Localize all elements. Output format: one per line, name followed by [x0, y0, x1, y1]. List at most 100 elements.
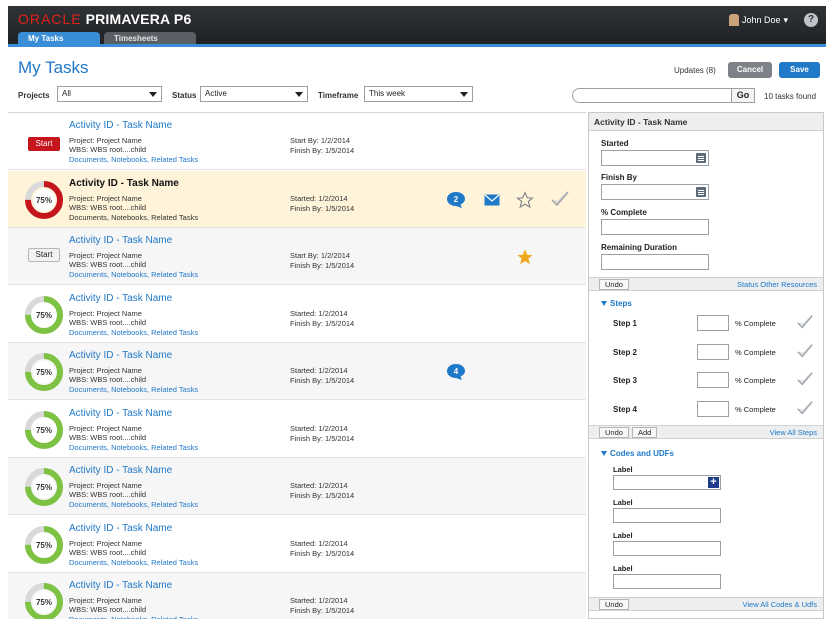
code-field[interactable]	[613, 541, 721, 556]
help-icon[interactable]: ?	[804, 13, 818, 27]
task-title-link[interactable]: Activity ID - Task Name	[69, 408, 172, 419]
task-row[interactable]: 75% Activity ID - Task Name Project: Proje…	[8, 286, 586, 343]
status-toolbar: Undo Status Other Resources	[589, 277, 823, 291]
star-filled-icon[interactable]	[516, 248, 534, 268]
start-button[interactable]: Start	[28, 248, 60, 262]
task-title-link[interactable]: Activity ID - Task Name	[69, 293, 172, 304]
task-row[interactable]: 75% Activity ID - Task Name Project: Proje…	[8, 516, 586, 573]
checkmark-icon[interactable]	[796, 313, 814, 333]
code-field[interactable]	[613, 574, 721, 589]
task-start-date: Started: 1/2/2014	[290, 539, 348, 548]
task-row[interactable]: 75% Activity ID - Task Name Project: Proje…	[8, 573, 586, 619]
step-pct-label: % Complete	[735, 404, 776, 414]
updates-link[interactable]: Updates (8)	[674, 66, 716, 75]
step-label: Step 3	[613, 376, 638, 385]
calendar-icon[interactable]	[696, 187, 706, 197]
task-start-date: Started: 1/2/2014	[290, 366, 348, 375]
task-title-link[interactable]: Activity ID - Task Name	[69, 235, 172, 246]
app-header: ORACLE PRIMAVERA P6 My Tasks Timesheets J…	[8, 6, 826, 46]
task-wbs: WBS: WBS root....child	[69, 605, 147, 614]
task-row[interactable]: 75% Activity ID - Task Name Project: Proje…	[8, 458, 586, 515]
step-pct-field[interactable]	[697, 315, 729, 331]
checkmark-icon[interactable]	[550, 189, 570, 211]
task-wbs: WBS: WBS root....child	[69, 433, 147, 442]
progress-ring: 75%	[24, 525, 64, 565]
task-title-link[interactable]: Activity ID - Task Name	[69, 523, 172, 534]
task-links[interactable]: Documents, Notebooks, Related Tasks	[69, 270, 198, 279]
go-button[interactable]: Go	[731, 88, 755, 103]
task-title-link[interactable]: Activity ID - Task Name	[69, 580, 172, 591]
undo-button[interactable]: Undo	[599, 279, 629, 290]
task-start-date: Started: 1/2/2014	[290, 194, 348, 203]
search-input[interactable]	[572, 88, 732, 103]
email-icon[interactable]	[484, 194, 500, 208]
timeframe-select[interactable]: This week	[364, 86, 473, 102]
task-wbs: WBS: WBS root....child	[69, 260, 147, 269]
calendar-icon[interactable]	[696, 153, 706, 163]
checkmark-icon[interactable]	[796, 370, 814, 390]
task-links[interactable]: Documents, Notebooks, Related Tasks	[69, 500, 198, 509]
step-pct-field[interactable]	[697, 343, 729, 360]
step-label: Step 4	[613, 404, 638, 414]
finish-by-date-field[interactable]	[601, 184, 709, 200]
status-other-resources-link[interactable]: Status Other Resources	[737, 280, 817, 289]
progress-ring: 75%	[24, 180, 64, 220]
codes-section-header[interactable]: Codes and UDFs	[601, 449, 674, 458]
view-all-steps-link[interactable]: View All Steps	[770, 428, 817, 437]
undo-button[interactable]: Undo	[599, 599, 629, 610]
progress-label: 75%	[36, 483, 52, 492]
code-label: Label	[613, 531, 633, 540]
task-row[interactable]: Start Activity ID - Task Name Project: Pro…	[8, 228, 586, 285]
chevron-down-icon	[460, 92, 468, 97]
task-row[interactable]: 75% Activity ID - Task Name Project: Proje…	[8, 401, 586, 458]
code-label: Label	[613, 498, 633, 507]
star-outline-icon[interactable]	[516, 191, 534, 211]
pct-complete-field[interactable]	[601, 219, 709, 235]
task-finish-date: Finish By: 1/5/2014	[290, 491, 355, 500]
task-wbs: WBS: WBS root....child	[69, 375, 147, 384]
task-start-date: Started: 1/2/2014	[290, 596, 348, 605]
task-title-link[interactable]: Activity ID - Task Name	[69, 120, 172, 131]
code-field[interactable]	[613, 508, 721, 523]
task-finish-date: Finish By: 1/5/2014	[290, 319, 355, 328]
task-row[interactable]: 75% Activity ID - Task Name Project: Proje…	[8, 171, 586, 228]
task-links[interactable]: Documents, Notebooks, Related Tasks	[69, 615, 198, 619]
task-links[interactable]: Documents, Notebooks, Related Tasks	[69, 155, 198, 164]
checkmark-icon[interactable]	[796, 399, 814, 419]
discussion-icon[interactable]: 4	[446, 363, 466, 383]
task-project: Project: Project Name	[69, 251, 142, 260]
task-row[interactable]: 75% Activity ID - Task Name Project: Proje…	[8, 343, 586, 400]
task-title-link[interactable]: Activity ID - Task Name	[69, 178, 179, 189]
plus-icon[interactable]: +	[708, 477, 719, 488]
task-title-link[interactable]: Activity ID - Task Name	[69, 350, 172, 361]
started-date-field[interactable]	[601, 150, 709, 166]
user-menu[interactable]: John Doe ▾	[728, 14, 788, 26]
step-pct-field[interactable]	[697, 372, 729, 388]
code-field[interactable]: +	[613, 475, 721, 490]
task-row[interactable]: Start Activity ID - Task Name Project: Pro…	[8, 113, 586, 170]
step-pct-label: % Complete	[735, 376, 776, 385]
svg-text:2: 2	[454, 195, 459, 204]
view-all-codes-link[interactable]: View All Codes & Udfs	[743, 600, 817, 609]
cancel-button[interactable]: Cancel	[728, 62, 772, 78]
projects-select[interactable]: All	[57, 86, 162, 102]
task-wbs: WBS: WBS root....child	[69, 203, 147, 212]
task-links[interactable]: Documents, Notebooks, Related Tasks	[69, 558, 198, 567]
remaining-duration-field[interactable]	[601, 254, 709, 270]
discussion-icon[interactable]: 2	[446, 191, 466, 211]
add-step-button[interactable]: Add	[632, 427, 658, 438]
checkmark-icon[interactable]	[796, 342, 814, 362]
step-pct-field[interactable]	[697, 400, 729, 417]
status-select[interactable]: Active	[200, 86, 308, 102]
undo-button[interactable]: Undo	[599, 427, 629, 438]
save-button[interactable]: Save	[779, 62, 820, 78]
step-label: Step 1	[613, 319, 638, 328]
steps-section-header[interactable]: Steps	[601, 299, 632, 308]
start-button[interactable]: Start	[28, 137, 60, 151]
task-links[interactable]: Documents, Notebooks, Related Tasks	[69, 385, 198, 394]
task-links[interactable]: Documents, Notebooks, Related Tasks	[69, 443, 198, 452]
task-links[interactable]: Documents, Notebooks, Related Tasks	[69, 213, 198, 222]
task-links[interactable]: Documents, Notebooks, Related Tasks	[69, 328, 198, 337]
task-title-link[interactable]: Activity ID - Task Name	[69, 465, 172, 476]
remaining-duration-label: Remaining Duration	[601, 243, 678, 252]
